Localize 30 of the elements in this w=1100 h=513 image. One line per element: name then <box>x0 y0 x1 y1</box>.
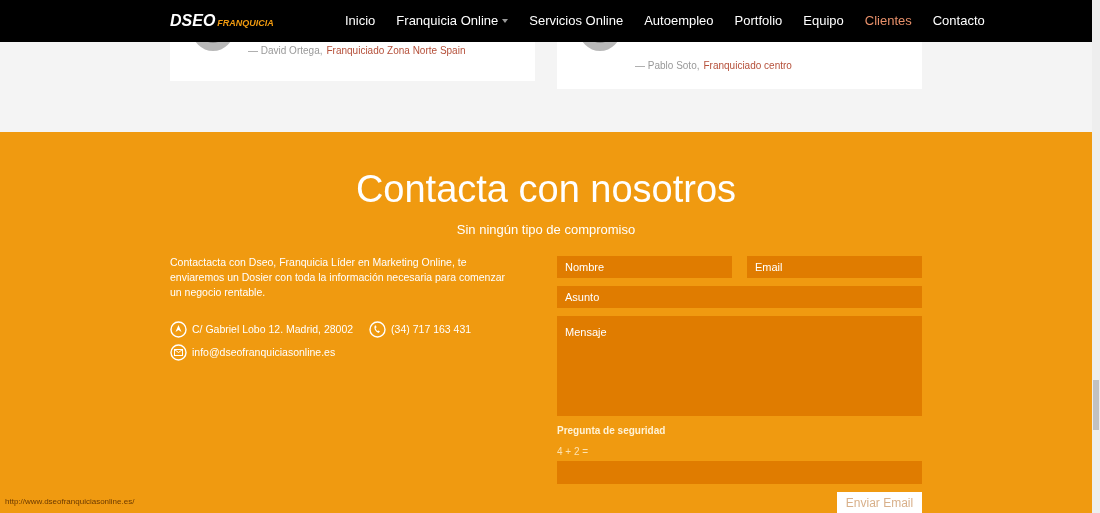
status-url: http://www.dseofranquiciasonline.es/ <box>5 496 135 508</box>
nav-link[interactable]: Equipo <box>803 11 844 31</box>
message-field[interactable]: Mensaje <box>557 316 922 416</box>
nav-link[interactable]: Servicios Online <box>529 11 624 31</box>
nav-link[interactable]: Inicio <box>345 11 376 31</box>
scrollbar[interactable] <box>1092 0 1100 513</box>
location-icon <box>170 321 187 338</box>
phone-text: (34) 717 163 431 <box>391 321 472 337</box>
logo[interactable]: DSEO FRANQUICIA <box>170 9 320 33</box>
nav-link[interactable]: Franquicia Online <box>396 11 509 31</box>
nav-link[interactable]: Contacto <box>932 11 985 31</box>
security-question: 4 + 2 = <box>557 445 590 459</box>
section-title: Contacta con nosotros <box>355 167 737 212</box>
section-subtitle: Sin ningún tipo de compromiso <box>456 221 636 239</box>
nav-link[interactable]: Portfolio <box>734 11 783 31</box>
answer-field[interactable] <box>557 461 922 484</box>
phone-icon <box>369 321 387 338</box>
intro-paragraph: Contactacta con Dseo, Franquicia Líder en Marketing Online, te enviaremos un Dosier con toda la información necesaria para comenzar un negocio rentable. <box>170 255 506 300</box>
security-label: Pregunta de seguridad <box>557 424 667 438</box>
author-role-link[interactable]: Franquiciado centro <box>703 58 792 73</box>
address-text: C/ Gabriel Lobo 12. Madrid, 28002 <box>192 321 354 337</box>
author-name: — Pablo Soto, <box>635 59 700 73</box>
nav-link[interactable]: Clientes <box>864 11 912 31</box>
author-role-link[interactable]: Franquiciado Zona Norte Spain <box>326 43 466 58</box>
name-field[interactable]: Nombre <box>557 256 732 278</box>
subject-field[interactable]: Asunto <box>557 286 922 308</box>
author-name: — David Ortega, <box>248 44 323 58</box>
mail-icon <box>170 344 187 361</box>
nav-link[interactable]: Autoempleo <box>644 11 714 31</box>
email-field[interactable]: Email <box>747 256 922 278</box>
